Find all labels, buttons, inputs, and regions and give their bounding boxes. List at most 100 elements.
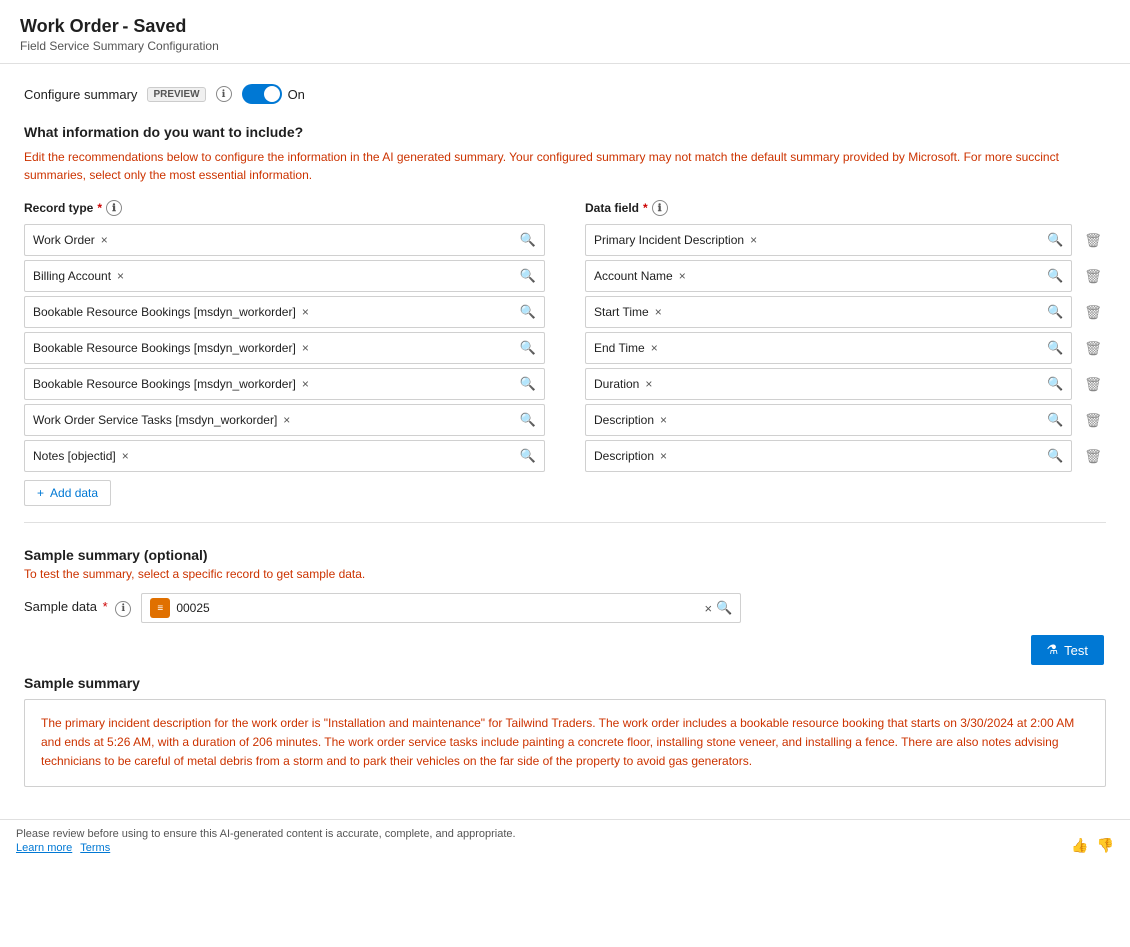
toggle-label: On — [288, 87, 305, 102]
main-content: Configure summary PREVIEW ℹ On What info… — [0, 64, 1130, 819]
sample-summary-box: The primary incident description for the… — [24, 699, 1106, 787]
data-field-search-1[interactable]: 🔍 — [1047, 268, 1063, 284]
footer-links: Learn more Terms — [16, 842, 516, 854]
record-type-close-6[interactable]: × — [120, 449, 131, 463]
configure-info-icon[interactable]: ℹ — [216, 86, 232, 102]
test-icon: ⚗ — [1047, 642, 1059, 658]
data-field-close-6[interactable]: × — [658, 449, 669, 463]
record-type-info-icon[interactable]: ℹ — [106, 200, 122, 216]
sample-desc: To test the summary, select a specific r… — [24, 567, 1106, 581]
record-type-search-6[interactable]: 🔍 — [520, 448, 536, 464]
data-field-row-3: End Time × 🔍 🗑 — [585, 332, 1106, 364]
data-field-input-4: Duration × 🔍 — [585, 368, 1072, 400]
data-field-search-2[interactable]: 🔍 — [1047, 304, 1063, 320]
sample-title: Sample summary (optional) — [24, 547, 1106, 563]
learn-more-link[interactable]: Learn more — [16, 842, 72, 854]
fields-grid: Record type * ℹ Work Order × 🔍 Billing A… — [24, 200, 1106, 506]
record-type-search-5[interactable]: 🔍 — [520, 412, 536, 428]
section-divider — [24, 522, 1106, 523]
terms-link[interactable]: Terms — [80, 842, 110, 854]
record-type-item-0: Work Order — [33, 233, 95, 247]
record-type-row-6: Notes [objectid] × 🔍 — [24, 440, 545, 472]
data-field-column: Data field * ℹ Primary Incident Descript… — [585, 200, 1106, 506]
add-data-plus: + — [37, 486, 44, 500]
toggle-switch[interactable] — [242, 84, 282, 104]
section-desc: Edit the recommendations below to config… — [24, 148, 1106, 184]
configure-row: Configure summary PREVIEW ℹ On — [24, 84, 1106, 104]
record-type-header: Record type * ℹ — [24, 200, 545, 216]
record-type-item-2: Bookable Resource Bookings [msdyn_workor… — [33, 305, 296, 319]
data-field-delete-0[interactable]: 🗑 — [1080, 232, 1106, 249]
record-type-search-2[interactable]: 🔍 — [520, 304, 536, 320]
footer: Please review before using to ensure thi… — [0, 819, 1130, 862]
data-field-close-4[interactable]: × — [643, 377, 654, 391]
record-type-search-0[interactable]: 🔍 — [520, 232, 536, 248]
data-field-delete-5[interactable]: 🗑 — [1080, 412, 1106, 429]
saved-status: - Saved — [122, 16, 186, 36]
data-field-delete-6[interactable]: 🗑 — [1080, 448, 1106, 465]
record-type-row-2: Bookable Resource Bookings [msdyn_workor… — [24, 296, 545, 328]
sample-search-icon[interactable]: 🔍 — [716, 600, 732, 616]
footer-actions: 👍 👎 — [1071, 837, 1114, 854]
data-field-info-icon[interactable]: ℹ — [652, 200, 668, 216]
record-type-row-0: Work Order × 🔍 — [24, 224, 545, 256]
record-type-close-4[interactable]: × — [300, 377, 311, 391]
record-type-row-1: Billing Account × 🔍 — [24, 260, 545, 292]
data-field-delete-2[interactable]: 🗑 — [1080, 304, 1106, 321]
data-field-input-0: Primary Incident Description × 🔍 — [585, 224, 1072, 256]
data-field-search-0[interactable]: 🔍 — [1047, 232, 1063, 248]
data-field-search-4[interactable]: 🔍 — [1047, 376, 1063, 392]
data-field-close-5[interactable]: × — [658, 413, 669, 427]
footer-left: Please review before using to ensure thi… — [16, 828, 516, 854]
sample-clear-icon[interactable]: × — [705, 601, 713, 616]
record-type-close-1[interactable]: × — [115, 269, 126, 283]
data-field-item-2: Start Time — [594, 305, 649, 319]
sample-summary-text: The primary incident description for the… — [41, 716, 1074, 768]
data-field-close-2[interactable]: × — [653, 305, 664, 319]
data-field-header: Data field * ℹ — [585, 200, 1106, 216]
sample-summary-label: Sample summary — [24, 675, 1106, 691]
thumbs-down-button[interactable]: 👎 — [1097, 837, 1114, 854]
sample-data-input[interactable]: ≡ 00025 × 🔍 — [141, 593, 741, 623]
data-field-row-4: Duration × 🔍 🗑 — [585, 368, 1106, 400]
data-field-search-6[interactable]: 🔍 — [1047, 448, 1063, 464]
data-field-delete-1[interactable]: 🗑 — [1080, 268, 1106, 285]
data-field-row-5: Description × 🔍 🗑 — [585, 404, 1106, 436]
data-field-input-3: End Time × 🔍 — [585, 332, 1072, 364]
page-subtitle: Field Service Summary Configuration — [20, 39, 1110, 53]
sample-data-row: Sample data * ℹ ≡ 00025 × 🔍 — [24, 593, 1106, 623]
data-field-row-0: Primary Incident Description × 🔍 🗑 — [585, 224, 1106, 256]
record-type-item-1: Billing Account — [33, 269, 111, 283]
data-field-row-6: Description × 🔍 🗑 — [585, 440, 1106, 472]
test-button[interactable]: ⚗ Test — [1031, 635, 1105, 665]
test-label: Test — [1064, 643, 1088, 658]
data-field-delete-3[interactable]: 🗑 — [1080, 340, 1106, 357]
record-type-search-1[interactable]: 🔍 — [520, 268, 536, 284]
record-type-close-0[interactable]: × — [99, 233, 110, 247]
add-data-button[interactable]: + Add data — [24, 480, 111, 506]
record-type-close-2[interactable]: × — [300, 305, 311, 319]
data-field-search-3[interactable]: 🔍 — [1047, 340, 1063, 356]
data-field-delete-4[interactable]: 🗑 — [1080, 376, 1106, 393]
thumbs-up-button[interactable]: 👍 — [1071, 837, 1088, 854]
toggle-wrapper: On — [242, 84, 305, 104]
record-type-search-3[interactable]: 🔍 — [520, 340, 536, 356]
data-field-close-1[interactable]: × — [677, 269, 688, 283]
record-type-item-5: Work Order Service Tasks [msdyn_workorde… — [33, 413, 277, 427]
record-type-column: Record type * ℹ Work Order × 🔍 Billing A… — [24, 200, 545, 506]
record-type-search-4[interactable]: 🔍 — [520, 376, 536, 392]
data-field-input-6: Description × 🔍 — [585, 440, 1072, 472]
sample-data-label: Sample data * ℹ — [24, 599, 131, 617]
data-field-close-0[interactable]: × — [748, 233, 759, 247]
configure-label: Configure summary — [24, 87, 137, 102]
data-field-search-5[interactable]: 🔍 — [1047, 412, 1063, 428]
data-field-item-6: Description — [594, 449, 654, 463]
record-type-close-3[interactable]: × — [300, 341, 311, 355]
record-type-row-5: Work Order Service Tasks [msdyn_workorde… — [24, 404, 545, 436]
data-field-close-3[interactable]: × — [649, 341, 660, 355]
record-type-close-5[interactable]: × — [281, 413, 292, 427]
record-type-item-4: Bookable Resource Bookings [msdyn_workor… — [33, 377, 296, 391]
data-field-item-1: Account Name — [594, 269, 673, 283]
section-question: What information do you want to include? — [24, 124, 1106, 140]
sample-data-info-icon[interactable]: ℹ — [115, 601, 131, 617]
